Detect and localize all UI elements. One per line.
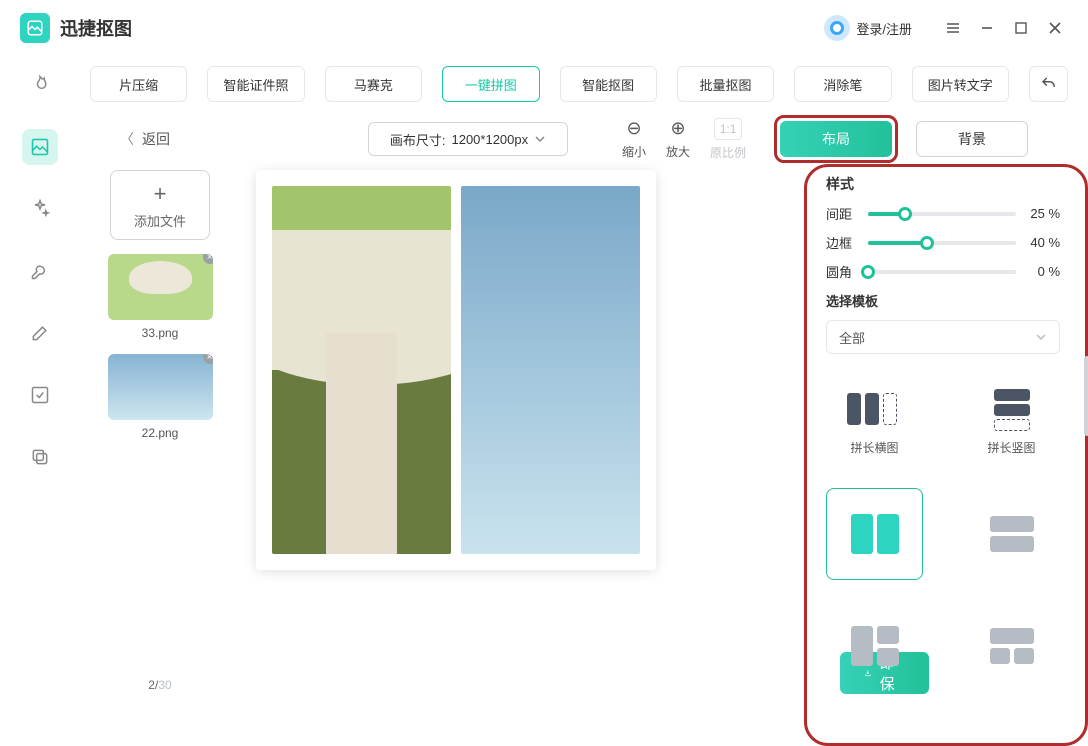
remove-file-icon[interactable]: × — [203, 354, 213, 364]
canvas[interactable] — [256, 170, 656, 570]
sidebar-save[interactable] — [22, 377, 58, 413]
maximize-icon[interactable] — [1008, 15, 1034, 41]
tab-cutout[interactable]: 智能抠图 — [560, 66, 657, 102]
sidebar-edit[interactable] — [22, 315, 58, 351]
chevron-down-icon — [1035, 331, 1047, 343]
sidebar — [0, 112, 80, 712]
tab-erase[interactable]: 消除笔 — [794, 66, 891, 102]
back-label: 返回 — [142, 129, 170, 149]
tab-ocr[interactable]: 图片转文字 — [912, 66, 1009, 102]
layout-tab-button[interactable]: 布局 — [780, 121, 892, 157]
sidebar-copy[interactable] — [22, 439, 58, 475]
tab-bar: 片压缩 智能证件照 马赛克 一键拼图 智能抠图 批量抠图 消除笔 图片转文字 — [0, 56, 1088, 112]
sidebar-image[interactable] — [22, 129, 58, 165]
app-title: 迅捷抠图 — [60, 15, 132, 41]
gap-slider[interactable]: 间距 25 % — [826, 204, 1060, 223]
layout-panel: 样式 间距 25 % 边框 40 % 圆角 0 % 选择模板 — [808, 166, 1078, 702]
ratio-button[interactable]: 1:1 — [714, 118, 743, 140]
remove-file-icon[interactable]: × — [203, 254, 213, 264]
sidebar-hot[interactable] — [22, 67, 58, 103]
thumbnail: × — [108, 354, 213, 420]
zoom-out-button[interactable]: ⊖缩小 — [622, 118, 646, 160]
file-list: + 添加文件 × 33.png × 22.png 2/30 — [90, 166, 230, 702]
sidebar-magic[interactable] — [22, 191, 58, 227]
canvas-size-prefix: 画布尺寸: — [390, 130, 446, 149]
undo-button[interactable] — [1029, 66, 1068, 102]
toolbar: 〈返回 画布尺寸: 1200*1200px ⊖缩小 ⊕放大 1:1 原比例 布局 — [90, 112, 1078, 166]
file-name: 33.png — [108, 326, 213, 340]
slider-track[interactable] — [868, 212, 1016, 216]
chevron-left-icon: 〈 — [120, 129, 134, 149]
style-heading: 样式 — [826, 174, 1060, 194]
slider-track[interactable] — [868, 270, 1016, 274]
template-tshape[interactable] — [963, 600, 1060, 692]
canvas-size-dropdown[interactable]: 画布尺寸: 1200*1200px — [368, 122, 568, 156]
file-item[interactable]: × 22.png — [108, 354, 213, 440]
slider-track[interactable] — [868, 241, 1016, 245]
login-link[interactable]: 登录/注册 — [856, 19, 912, 38]
template-dropdown[interactable]: 全部 — [826, 320, 1060, 354]
back-button[interactable]: 〈返回 — [120, 129, 170, 149]
template-heading: 选择模板 — [826, 291, 1060, 310]
hamburger-icon[interactable] — [940, 15, 966, 41]
ratio-label: 原比例 — [710, 144, 746, 161]
tab-idphoto[interactable]: 智能证件照 — [207, 66, 304, 102]
tab-batch[interactable]: 批量抠图 — [677, 66, 774, 102]
template-wide[interactable]: 拼长横图 — [826, 376, 923, 468]
titlebar: 迅捷抠图 登录/注册 — [0, 0, 1088, 56]
file-item[interactable]: × 33.png — [108, 254, 213, 340]
app-logo — [20, 13, 50, 43]
close-icon[interactable] — [1042, 15, 1068, 41]
file-name: 22.png — [108, 426, 213, 440]
file-count: 2/30 — [148, 678, 171, 692]
zoom-out-icon: ⊖ — [626, 118, 641, 139]
canvas-area: 立即保存 — [230, 166, 808, 702]
border-slider[interactable]: 边框 40 % — [826, 233, 1060, 252]
sidebar-tools[interactable] — [22, 253, 58, 289]
chevron-down-icon — [534, 133, 546, 145]
tab-compress[interactable]: 片压缩 — [90, 66, 187, 102]
plus-icon: + — [154, 181, 167, 207]
canvas-pane-right[interactable] — [461, 186, 640, 554]
radius-slider[interactable]: 圆角 0 % — [826, 262, 1060, 281]
zoom-in-button[interactable]: ⊕放大 — [666, 118, 690, 160]
tab-mosaic[interactable]: 马赛克 — [325, 66, 422, 102]
thumbnail: × — [108, 254, 213, 320]
background-tab-button[interactable]: 背景 — [916, 121, 1028, 157]
scrollbar[interactable] — [1084, 356, 1088, 436]
tab-collage[interactable]: 一键拼图 — [442, 66, 539, 102]
template-lshape[interactable] — [826, 600, 923, 692]
canvas-pane-left[interactable] — [272, 186, 451, 554]
template-tall[interactable]: 拼长竖图 — [963, 376, 1060, 468]
template-2row[interactable] — [963, 488, 1060, 580]
template-2col[interactable] — [826, 488, 923, 580]
minimize-icon[interactable] — [974, 15, 1000, 41]
add-file-button[interactable]: + 添加文件 — [110, 170, 210, 240]
canvas-size-value: 1200*1200px — [451, 132, 528, 147]
avatar[interactable] — [824, 15, 850, 41]
zoom-in-icon: ⊕ — [670, 118, 685, 139]
